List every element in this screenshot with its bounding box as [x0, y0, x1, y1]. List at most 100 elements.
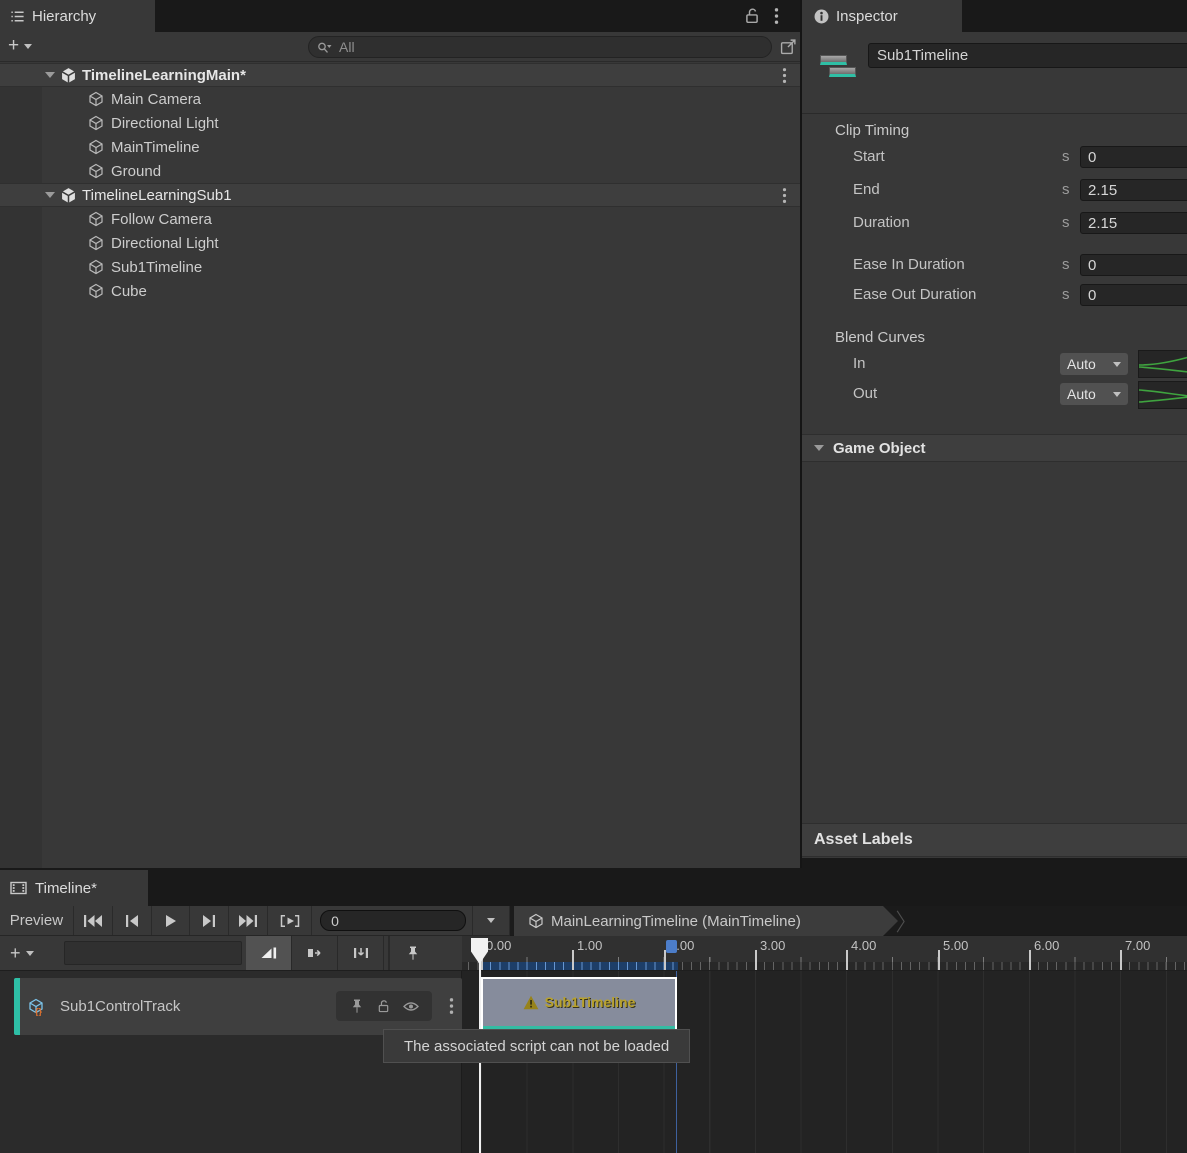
- ruler-label: 6.00: [1029, 938, 1059, 953]
- object-name-field[interactable]: [868, 43, 1187, 68]
- kebab-menu-icon[interactable]: [782, 67, 787, 84]
- blend-in-dropdown[interactable]: Auto: [1060, 353, 1128, 375]
- play-button[interactable]: [152, 906, 191, 935]
- hierarchy-item[interactable]: Ground: [0, 159, 800, 183]
- add-track-button[interactable]: +: [10, 943, 34, 964]
- previous-frame-button[interactable]: [113, 906, 152, 935]
- popout-icon[interactable]: [780, 38, 797, 55]
- duration-field[interactable]: [1080, 212, 1187, 234]
- ease-out-field[interactable]: [1080, 284, 1187, 306]
- timeline-panel: Timeline* Preview MainLearningTimeline (…: [0, 868, 1187, 1153]
- time-ruler[interactable]: 0.00 1.00 2.00 3.00 4.00 5.00 6.00 7.00: [462, 936, 1187, 971]
- next-frame-button[interactable]: [190, 906, 229, 935]
- blend-out-curve-preview[interactable]: [1138, 381, 1187, 409]
- film-icon: [10, 881, 27, 895]
- tooltip-text: The associated script can not be loaded: [404, 1038, 669, 1055]
- tab-timeline[interactable]: Timeline*: [0, 870, 148, 906]
- frame-options-dropdown[interactable]: [472, 906, 510, 935]
- ruler-label: 1.00: [572, 938, 602, 953]
- blend-curves-title: Blend Curves: [835, 327, 925, 349]
- item-label: Ground: [111, 163, 161, 180]
- tab-hierarchy-label: Hierarchy: [32, 8, 96, 25]
- preview-button[interactable]: Preview: [0, 906, 74, 935]
- search-input[interactable]: [309, 37, 771, 57]
- ruler-label: 4.00: [846, 938, 876, 953]
- item-label: MainTimeline: [111, 139, 200, 156]
- asset-labels-bar[interactable]: Asset Labels: [802, 823, 1187, 857]
- marker-pin-button[interactable]: [390, 936, 436, 970]
- cube-icon: [88, 115, 104, 131]
- tab-hierarchy[interactable]: Hierarchy: [0, 0, 155, 32]
- duration-label: Duration: [853, 212, 910, 234]
- blend-in-curve-preview[interactable]: [1138, 350, 1187, 378]
- start-unit: s: [1062, 146, 1070, 168]
- cube-icon: [88, 91, 104, 107]
- current-frame-field[interactable]: [320, 910, 466, 931]
- clip-label: Sub1Timeline: [545, 994, 636, 1010]
- scene-name: TimelineLearningMain*: [82, 67, 246, 84]
- ruler-label: 3.00: [755, 938, 785, 953]
- duration-unit: s: [1062, 212, 1070, 234]
- kebab-menu-icon[interactable]: [774, 7, 779, 25]
- scene-row-sub1[interactable]: TimelineLearningSub1: [0, 183, 800, 207]
- start-field[interactable]: [1080, 146, 1187, 168]
- hierarchy-panel: Hierarchy + TimelineLearningMain* Main C…: [0, 0, 800, 868]
- unity-scene-icon: [60, 67, 77, 84]
- lock-icon[interactable]: [377, 999, 390, 1013]
- game-object-foldout[interactable]: Game Object: [802, 434, 1187, 462]
- foldout-arrow-icon[interactable]: [45, 192, 55, 198]
- foldout-arrow-icon[interactable]: [45, 72, 55, 78]
- go-to-beginning-button[interactable]: [74, 906, 113, 935]
- timeline-tab-bar: Timeline*: [0, 868, 1187, 906]
- ease-in-unit: s: [1062, 254, 1070, 276]
- ripple-mode-button[interactable]: [292, 936, 338, 970]
- eye-icon[interactable]: [403, 1001, 419, 1012]
- info-icon: [814, 9, 829, 24]
- go-to-end-button[interactable]: [229, 906, 268, 935]
- blend-out-label: Out: [853, 383, 877, 405]
- plus-icon: +: [8, 36, 19, 56]
- hierarchy-item[interactable]: Directional Light: [0, 111, 800, 135]
- mix-mode-button[interactable]: [246, 936, 292, 970]
- kebab-menu-icon[interactable]: [449, 997, 454, 1015]
- cube-icon: [88, 283, 104, 299]
- foldout-arrow-icon: [814, 445, 824, 451]
- cube-icon: [88, 139, 104, 155]
- breadcrumb[interactable]: MainLearningTimeline (MainTimeline): [514, 906, 898, 936]
- hierarchy-toolbar: +: [0, 32, 800, 62]
- hierarchy-item[interactable]: MainTimeline: [0, 135, 800, 159]
- hierarchy-item[interactable]: Cube: [0, 279, 800, 303]
- item-label: Sub1Timeline: [111, 259, 202, 276]
- hierarchy-item[interactable]: Directional Light: [0, 231, 800, 255]
- blend-out-dropdown[interactable]: Auto: [1060, 383, 1128, 405]
- pin-icon[interactable]: [350, 998, 364, 1014]
- unity-scene-icon: [60, 187, 77, 204]
- lock-icon[interactable]: [744, 7, 760, 24]
- create-object-button[interactable]: +: [8, 36, 32, 56]
- kebab-menu-icon[interactable]: [782, 187, 787, 204]
- tab-inspector-label: Inspector: [836, 8, 898, 25]
- hierarchy-item[interactable]: Sub1Timeline: [0, 255, 800, 279]
- start-label: Start: [853, 146, 885, 168]
- hierarchy-tab-bar: Hierarchy: [0, 0, 800, 32]
- track-header-spacer: [64, 941, 242, 965]
- inspector-header: [802, 32, 1187, 114]
- timeline-toolbar: Preview: [0, 906, 510, 936]
- breadcrumb-chevron-icon: [896, 910, 906, 933]
- control-track-header[interactable]: Sub1ControlTrack: [14, 978, 462, 1035]
- track-accent-bar: [14, 978, 20, 1035]
- replace-mode-button[interactable]: [338, 936, 384, 970]
- timeline-end-marker[interactable]: [666, 940, 677, 953]
- ruler-label: 5.00: [938, 938, 968, 953]
- track-name: Sub1ControlTrack: [60, 998, 180, 1015]
- play-range-button[interactable]: [268, 906, 312, 935]
- hierarchy-item[interactable]: Follow Camera: [0, 207, 800, 231]
- tab-inspector[interactable]: Inspector: [802, 0, 962, 32]
- hierarchy-item[interactable]: Main Camera: [0, 87, 800, 111]
- ease-in-field[interactable]: [1080, 254, 1187, 276]
- sub1timeline-clip[interactable]: Sub1Timeline: [481, 977, 677, 1034]
- game-object-title: Game Object: [833, 440, 926, 457]
- cube-icon: [88, 235, 104, 251]
- scene-row-main[interactable]: TimelineLearningMain*: [0, 63, 800, 87]
- end-field[interactable]: [1080, 179, 1187, 201]
